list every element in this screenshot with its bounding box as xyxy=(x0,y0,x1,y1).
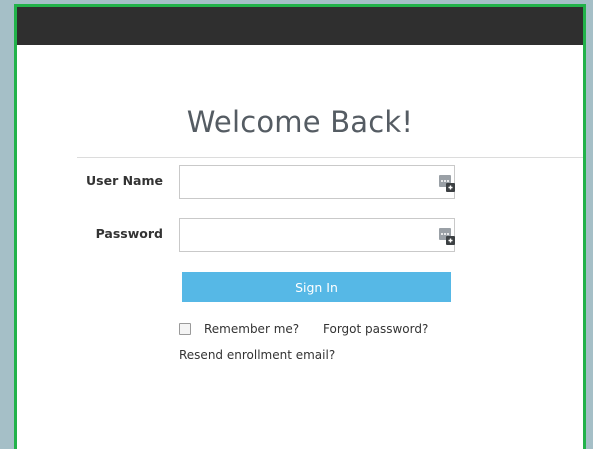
password-field-wrapper xyxy=(179,218,455,252)
login-window: Welcome Back! User Name Password Sign In… xyxy=(14,4,586,449)
page-title: Welcome Back! xyxy=(186,105,414,139)
remember-me-label[interactable]: Remember me? xyxy=(204,322,299,336)
remember-me: Remember me? xyxy=(179,322,299,336)
divider xyxy=(77,157,583,158)
sign-in-button[interactable]: Sign In xyxy=(182,272,451,302)
username-label: User Name xyxy=(86,173,163,188)
remember-me-checkbox[interactable] xyxy=(179,323,191,335)
username-field-wrapper xyxy=(179,165,455,199)
resend-enrollment-link[interactable]: Resend enrollment email? xyxy=(179,348,335,362)
forgot-password-link[interactable]: Forgot password? xyxy=(323,322,428,336)
password-input[interactable] xyxy=(180,219,432,249)
password-manager-icon[interactable] xyxy=(439,175,455,192)
password-manager-icon[interactable] xyxy=(439,228,455,245)
password-label: Password xyxy=(95,226,163,241)
username-input[interactable] xyxy=(180,166,432,196)
top-bar xyxy=(17,7,583,45)
